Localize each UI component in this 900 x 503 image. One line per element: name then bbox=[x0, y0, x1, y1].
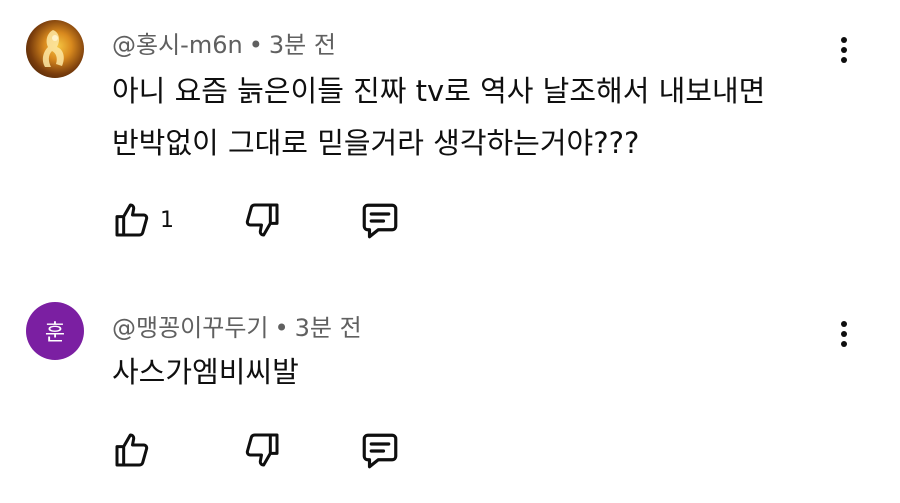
avatar-letter: 훈 bbox=[44, 321, 66, 346]
comment-meta: @맹꽁이꾸두기 • 3분 전 bbox=[112, 308, 362, 343]
reply-icon bbox=[362, 203, 398, 239]
thumb-up-icon bbox=[115, 433, 149, 467]
comment-text: 사스가엠비씨발 bbox=[112, 346, 852, 398]
more-vert-icon[interactable] bbox=[830, 30, 858, 70]
meta-separator: • bbox=[274, 314, 289, 342]
avatar-image bbox=[42, 30, 64, 67]
comment-text: 아니 요즘 늙은이들 진짜 tv로 역사 날조해서 내보내면 반박없이 그대로 … bbox=[112, 65, 852, 169]
like-count: 1 bbox=[160, 207, 174, 233]
avatar[interactable] bbox=[26, 20, 84, 78]
reply-button[interactable] bbox=[358, 430, 402, 472]
thumb-down-icon bbox=[245, 433, 279, 467]
reply-icon bbox=[362, 433, 398, 469]
meta-separator: • bbox=[248, 31, 263, 59]
comment-text-line: 아니 요즘 늙은이들 진짜 tv로 역사 날조해서 내보내면 bbox=[112, 74, 766, 108]
comment-author[interactable]: @맹꽁이꾸두기 bbox=[112, 314, 268, 342]
comment-text-line: 반박없이 그대로 믿을거라 생각하는거야??? bbox=[112, 126, 640, 160]
comment-1: @홍시-m6n • 3분 전 아니 요즘 늙은이들 진짜 tv로 역사 날조해서 내… bbox=[0, 0, 900, 260]
avatar[interactable]: 훈 bbox=[26, 302, 84, 360]
dislike-button[interactable] bbox=[242, 430, 282, 470]
dislike-button[interactable] bbox=[242, 200, 282, 240]
thumb-down-icon bbox=[245, 203, 279, 237]
comment-meta: @홍시-m6n • 3분 전 bbox=[112, 25, 336, 60]
comment-time: 3분 전 bbox=[294, 314, 362, 342]
like-button[interactable] bbox=[112, 430, 160, 470]
like-button[interactable]: 1 bbox=[112, 200, 174, 240]
thumb-up-icon bbox=[115, 203, 149, 237]
reply-button[interactable] bbox=[358, 200, 402, 242]
comment-author[interactable]: @홍시-m6n bbox=[112, 31, 243, 59]
comment-time: 3분 전 bbox=[268, 31, 336, 59]
comment-2: 훈 @맹꽁이꾸두기 • 3분 전 사스가엠비씨발 bbox=[0, 290, 900, 503]
comment-text-line: 사스가엠비씨발 bbox=[112, 355, 299, 389]
